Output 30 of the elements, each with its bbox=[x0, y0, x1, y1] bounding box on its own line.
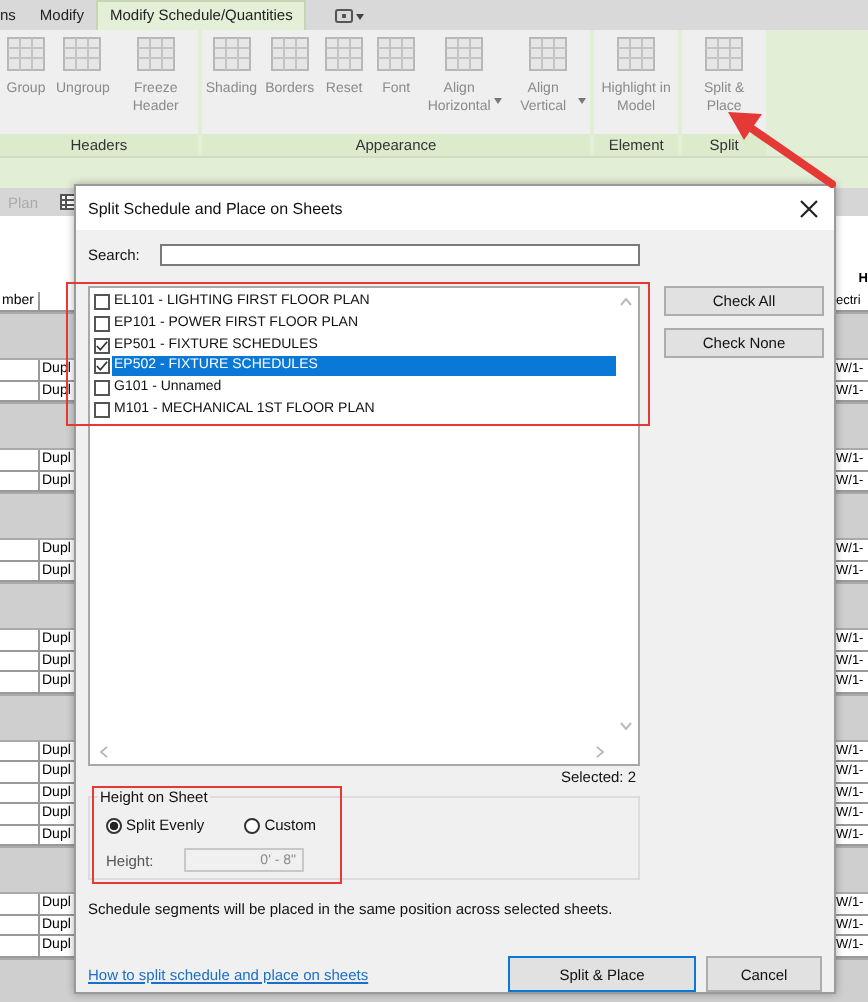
table-cell bbox=[0, 471, 40, 492]
checkbox[interactable] bbox=[94, 337, 110, 354]
table-cell bbox=[0, 936, 40, 957]
radio-button[interactable] bbox=[106, 817, 122, 833]
table-cell bbox=[0, 360, 40, 381]
table-cell bbox=[0, 804, 40, 825]
close-icon bbox=[800, 199, 818, 217]
table-cell bbox=[0, 783, 40, 804]
table-cell bbox=[0, 762, 40, 783]
checkbox[interactable] bbox=[94, 380, 110, 397]
dialog-title: Split Schedule and Place on Sheets bbox=[88, 199, 343, 217]
search-field[interactable] bbox=[160, 244, 640, 266]
table-cell bbox=[0, 450, 40, 471]
radio-button[interactable] bbox=[244, 817, 261, 833]
table-cell bbox=[0, 651, 40, 672]
table-cell bbox=[0, 672, 40, 693]
close-button[interactable] bbox=[796, 195, 822, 221]
table-cell bbox=[0, 825, 40, 846]
checkbox[interactable] bbox=[94, 316, 110, 333]
window-icon bbox=[334, 8, 367, 24]
table-cell bbox=[0, 381, 40, 402]
table-cell bbox=[0, 630, 40, 651]
table-cell bbox=[0, 741, 40, 762]
table-cell bbox=[0, 540, 40, 561]
checkbox[interactable] bbox=[94, 401, 110, 418]
checkbox[interactable] bbox=[94, 294, 110, 311]
checkbox[interactable] bbox=[94, 358, 110, 375]
table-cell bbox=[0, 894, 40, 915]
table-cell bbox=[0, 915, 40, 936]
table-cell bbox=[0, 561, 40, 582]
